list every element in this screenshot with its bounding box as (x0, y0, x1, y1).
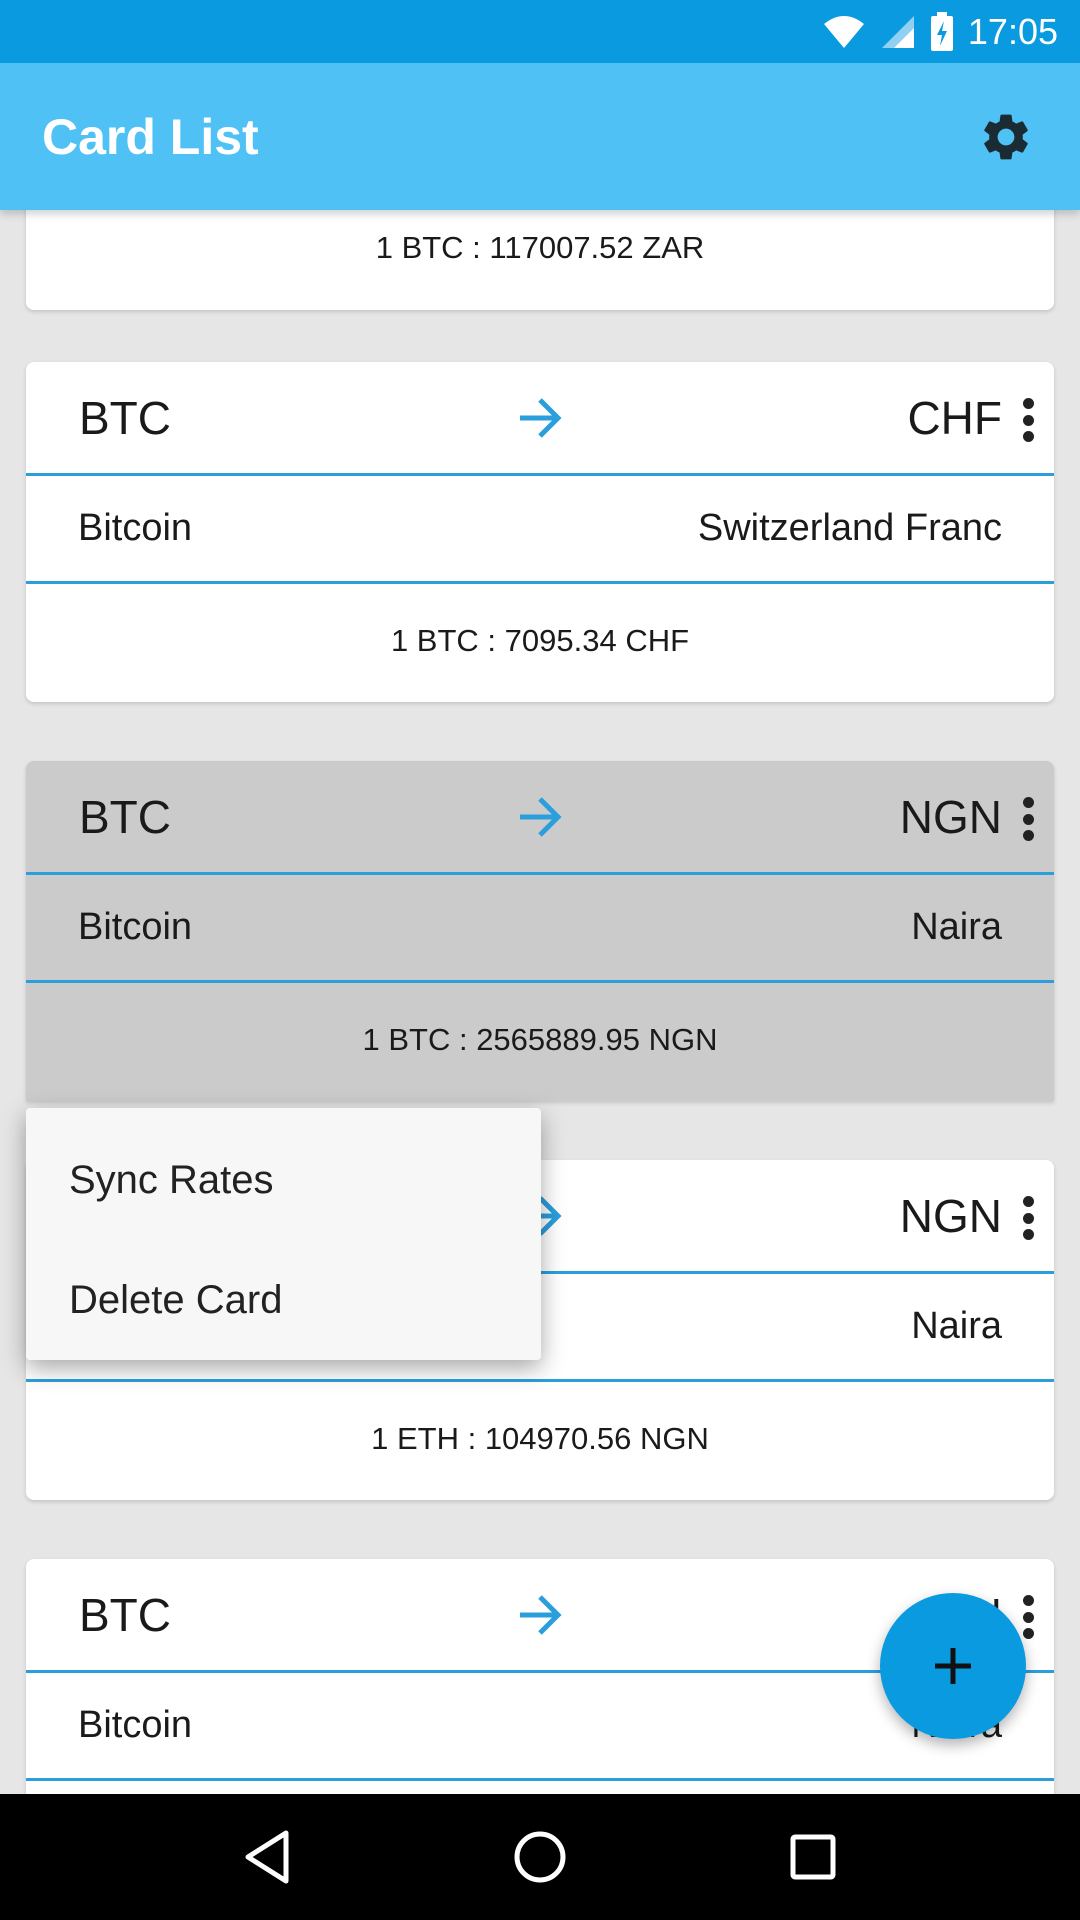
arrow-right-icon (516, 396, 564, 445)
plus-icon (935, 1648, 971, 1684)
rate-row: 1 BTC : 117007.52 ZAR (26, 210, 1054, 290)
more-vert-icon[interactable] (1014, 797, 1042, 841)
from-code: BTC (79, 391, 171, 444)
names-row: Bitcoin Switzerland Franc (26, 476, 1054, 584)
back-triangle-icon (245, 1830, 289, 1884)
to-name: Switzerland Franc (697, 507, 1002, 549)
more-vert-icon[interactable] (1014, 398, 1042, 442)
card-list[interactable]: 1 BTC : 117007.52 ZAR BTC CHF Bitcoin Sw… (0, 210, 1080, 1794)
rate-card[interactable]: BTC CHF Bitcoin Switzerland Franc 1 BTC … (26, 362, 1054, 702)
from-code: BTC (79, 790, 171, 843)
status-bar: 17:05 (0, 0, 1080, 63)
recents-button[interactable] (773, 1817, 853, 1897)
from-name: Bitcoin (78, 906, 193, 948)
app-bar: Card List (0, 63, 1080, 210)
settings-button[interactable] (974, 105, 1038, 169)
to-name: Naira (911, 1305, 1002, 1347)
to-code: NGN (899, 790, 1002, 843)
names-row: Bitcoin Naira (26, 875, 1054, 983)
recents-square-icon (790, 1834, 836, 1880)
rate-text: 1 BTC : 2565889.95 NGN (362, 1022, 718, 1057)
from-name: Bitcoin (78, 1704, 193, 1746)
battery-charging-icon (930, 11, 954, 52)
from-code: BTC (79, 1588, 171, 1641)
to-name: Naira (911, 906, 1002, 948)
rate-card[interactable]: 1 BTC : 117007.52 ZAR (26, 210, 1054, 310)
to-code: CHF (907, 391, 1002, 444)
page-title: Card List (42, 108, 259, 165)
rate-card-selected[interactable]: BTC NGN Bitcoin Naira 1 BTC : 2565889.95… (26, 761, 1054, 1101)
delete-card-menu-item[interactable]: Delete Card (26, 1238, 541, 1362)
navigation-bar (0, 1794, 1080, 1920)
from-name: Bitcoin (78, 507, 193, 549)
rate-text: 1 BTC : 7095.34 CHF (390, 623, 690, 658)
rate-text: 1 ETH : 104970.56 NGN (371, 1421, 709, 1456)
sync-rates-menu-item[interactable]: Sync Rates (26, 1122, 541, 1238)
status-time: 17:05 (967, 10, 1058, 52)
more-vert-icon[interactable] (1014, 1196, 1042, 1240)
home-circle-icon (514, 1831, 566, 1883)
gear-icon (984, 114, 1028, 159)
wifi-icon (822, 14, 866, 50)
back-button[interactable] (227, 1817, 307, 1897)
arrow-right-icon (516, 795, 564, 844)
add-card-button[interactable] (880, 1593, 1026, 1739)
currency-row: BTC NGN (26, 761, 1054, 875)
currency-row: BTC CHF (26, 362, 1054, 476)
to-code: NGN (899, 1189, 1002, 1242)
rate-row: 1 ETH : 104970.56 NGN (26, 1382, 1054, 1500)
arrow-right-icon (516, 1593, 564, 1642)
rate-text: 1 BTC : 117007.52 ZAR (375, 230, 705, 265)
rate-row: 1 BTC : 7095.34 CHF (26, 584, 1054, 702)
home-button[interactable] (500, 1817, 580, 1897)
rate-row: 1 BTC : 2565889.95 NGN (26, 983, 1054, 1101)
signal-icon (880, 14, 916, 50)
card-options-menu: Sync Rates Delete Card (26, 1108, 541, 1360)
